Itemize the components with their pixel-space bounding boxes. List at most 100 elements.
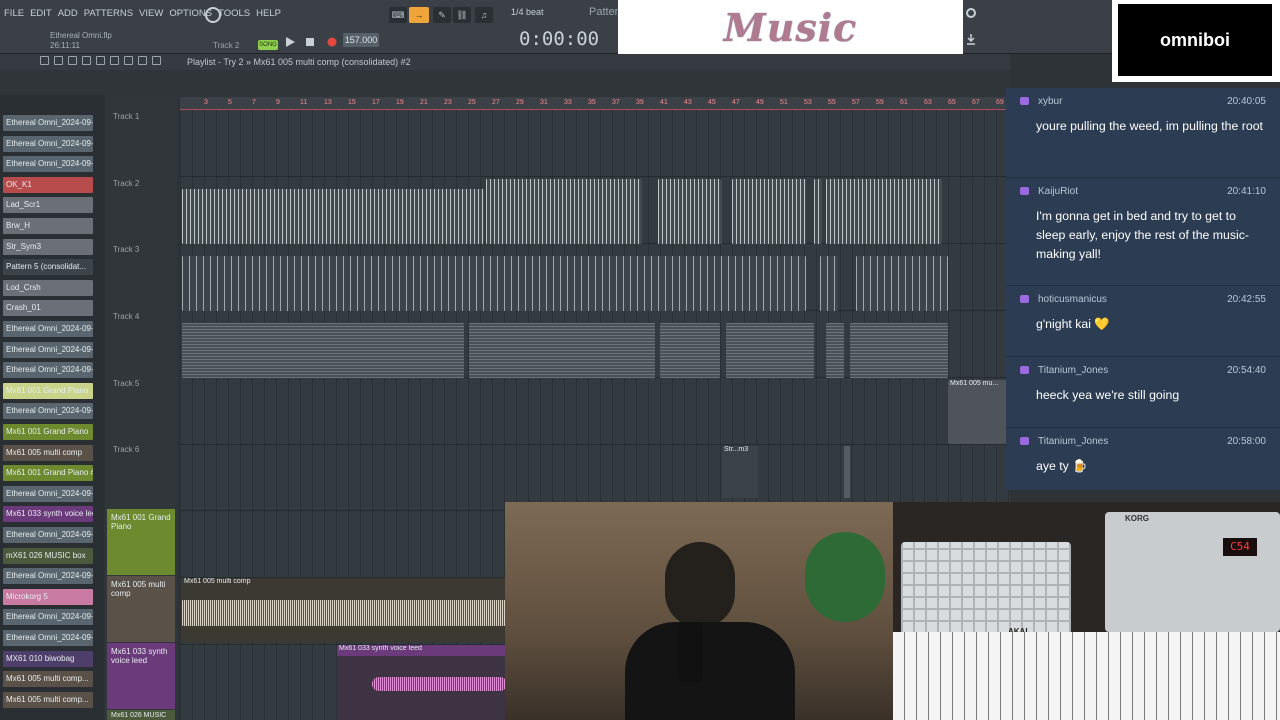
- browser-item[interactable]: Mx61 005 multi comp...: [3, 691, 93, 708]
- track-2-label[interactable]: Track 2: [113, 179, 139, 188]
- track2-clip[interactable]: [814, 179, 822, 244]
- browser-item[interactable]: Ethereal Omni_2024-09-...: [3, 115, 93, 131]
- track4-clip[interactable]: [826, 323, 844, 378]
- track5-clip[interactable]: Mx61 005 mu...: [948, 380, 1010, 444]
- delete-icon[interactable]: [68, 56, 77, 65]
- browser-item[interactable]: Lod_Crsh: [3, 279, 93, 296]
- stop-icon[interactable]: [305, 37, 315, 47]
- paint-icon[interactable]: [54, 56, 63, 65]
- playlist-timeline[interactable]: 3 5 7 9 11 13 15 17 19 21 23 25 27 29 31 33 35 37 39 41 43 45…: [180, 97, 1010, 110]
- track-1-label[interactable]: Track 1: [113, 112, 139, 121]
- track2-clip[interactable]: [732, 179, 806, 244]
- download-icon[interactable]: [965, 33, 977, 45]
- browser-item[interactable]: MX61 010 biwobag: [3, 650, 93, 667]
- draw-tool-icon[interactable]: ✎: [433, 7, 451, 23]
- track-5-label[interactable]: Track 5: [113, 379, 139, 388]
- chat-badge-icon: [1020, 187, 1029, 195]
- timeline-tick: 65: [948, 99, 956, 106]
- chat-username: Titanium_Jones: [1038, 436, 1109, 447]
- select-icon[interactable]: [124, 56, 133, 65]
- browser-item[interactable]: OK_K1: [3, 176, 93, 193]
- track-4-label[interactable]: Track 4: [113, 312, 139, 321]
- track4-clip[interactable]: [469, 323, 655, 378]
- track-6-label[interactable]: Track 6: [113, 445, 139, 454]
- track6-clip[interactable]: [844, 446, 850, 498]
- browser-item[interactable]: Ethereal Omni_2024-09-...: [3, 135, 93, 152]
- play-icon[interactable]: [284, 36, 296, 48]
- browser-item[interactable]: Ethereal Omni_2024-09-...: [3, 156, 93, 173]
- mute-icon[interactable]: [82, 56, 91, 65]
- chat-badge-icon: [1020, 437, 1029, 445]
- track4-clip[interactable]: [726, 323, 814, 378]
- browser-item[interactable]: Ethereal Omni_2024-09-...: [3, 568, 93, 585]
- menu-patterns[interactable]: PATTERNS: [84, 8, 133, 19]
- timeline-tick: 21: [420, 99, 428, 106]
- stream-chat: xybur 20:40:05 youre pulling the weed, i…: [1006, 88, 1280, 490]
- browser-item[interactable]: Mx61 005 multi comp: [3, 444, 93, 461]
- track-music-header[interactable]: Mx61 026 MUSIC: [107, 710, 175, 720]
- step-edit-icon[interactable]: →: [409, 7, 429, 23]
- browser-item[interactable]: Crash_01: [3, 300, 93, 317]
- synth-clip[interactable]: Mx61 033 synth voice leed: [337, 645, 507, 720]
- tempo-display[interactable]: 157.000: [343, 33, 379, 47]
- microphone-icon: [677, 622, 703, 682]
- track4-clip[interactable]: [850, 323, 948, 378]
- slice-icon[interactable]: [110, 56, 119, 65]
- browser-item[interactable]: Pattern 5 (consolidat...: [3, 259, 93, 276]
- timeline-tick: 19: [396, 99, 404, 106]
- chat-time: 20:41:10: [1227, 186, 1266, 197]
- browser-item[interactable]: Microkorg 5: [3, 588, 93, 605]
- browser-item[interactable]: mX61 026 MUSIC box: [3, 547, 93, 564]
- menu-add[interactable]: ADD: [58, 8, 78, 19]
- browser-item[interactable]: Ethereal Omni_2024-09-...: [3, 321, 93, 337]
- track2-clip[interactable]: [826, 179, 942, 244]
- track-3-label[interactable]: Track 3: [113, 245, 139, 254]
- browser-item[interactable]: Ethereal Omni_2024-09-...: [3, 485, 93, 502]
- menu-edit[interactable]: EDIT: [30, 8, 52, 19]
- browser-item[interactable]: Mx61 001 Grand Piano #2: [3, 465, 93, 482]
- metronome-icon[interactable]: ♫: [475, 7, 493, 23]
- track3-clip[interactable]: [856, 256, 948, 311]
- menu-file[interactable]: FILE: [4, 8, 24, 19]
- track4-clip[interactable]: [182, 323, 464, 378]
- track3-clip[interactable]: [820, 256, 838, 311]
- track3-clip[interactable]: [182, 256, 806, 311]
- track2-clip[interactable]: [486, 179, 642, 244]
- chat-message: hoticusmanicus 20:42:55 g'night kai 💛: [1006, 285, 1280, 355]
- multi-comp-clip[interactable]: Mx61 005 multi comp: [182, 578, 506, 642]
- browser-item[interactable]: Mx61 001 Grand Piano: [3, 424, 93, 440]
- browser-item[interactable]: Ethereal Omni_2024-09-...: [3, 403, 93, 420]
- browser-item[interactable]: Ethereal Omni_2024-09-...: [3, 362, 93, 379]
- menu-view[interactable]: VIEW: [139, 8, 163, 19]
- menu-help[interactable]: HELP: [256, 8, 281, 19]
- browser-item[interactable]: Str_Sym3: [3, 238, 93, 255]
- track2-clip[interactable]: [658, 179, 722, 244]
- gear-icon[interactable]: [965, 7, 977, 19]
- track6-clip[interactable]: Str...m3: [722, 446, 758, 498]
- slip-icon[interactable]: [96, 56, 105, 65]
- browser-item[interactable]: Ethereal Omni_2024-09-...: [3, 527, 93, 543]
- browser-item[interactable]: Mx61 033 synth voice leed: [3, 506, 93, 523]
- snap-select[interactable]: 1/4 beat: [511, 7, 544, 17]
- browser-item[interactable]: Lad_Scr1: [3, 197, 93, 214]
- track-synth-header[interactable]: Mx61 033 synth voice leed: [107, 643, 175, 709]
- browser-item[interactable]: Ethereal Omni_2024-09-...: [3, 609, 93, 626]
- draw-icon[interactable]: [40, 56, 49, 65]
- browser-item[interactable]: Mx61 001 Grand Piano: [3, 382, 93, 399]
- browser-item[interactable]: Mx61 005 multi comp...: [3, 671, 93, 688]
- track-grand-piano-header[interactable]: Mx61 001 Grand Piano: [107, 509, 175, 575]
- typing-keyboard-icon[interactable]: ⌨: [389, 7, 407, 23]
- track-multi-comp-header[interactable]: Mx61 005 multi comp: [107, 576, 175, 642]
- record-icon[interactable]: [326, 36, 338, 48]
- zoom-icon[interactable]: [138, 56, 147, 65]
- track2-clip[interactable]: [182, 189, 484, 244]
- browser-item[interactable]: Ethereal Omni_2024-09-...: [3, 341, 93, 358]
- song-mode-button[interactable]: SONG: [258, 40, 278, 50]
- playback-icon[interactable]: [152, 56, 161, 65]
- track4-clip[interactable]: [660, 323, 720, 378]
- main-menu: FILE EDIT ADD PATTERNS VIEW OPTIONS TOOL…: [4, 8, 281, 19]
- playlist-overview-bar[interactable]: [0, 70, 1010, 97]
- browser-item[interactable]: Brw_H: [3, 218, 93, 234]
- link-icon[interactable]: ⛓: [453, 7, 471, 23]
- browser-item[interactable]: Ethereal Omni_2024-09-...: [3, 630, 93, 646]
